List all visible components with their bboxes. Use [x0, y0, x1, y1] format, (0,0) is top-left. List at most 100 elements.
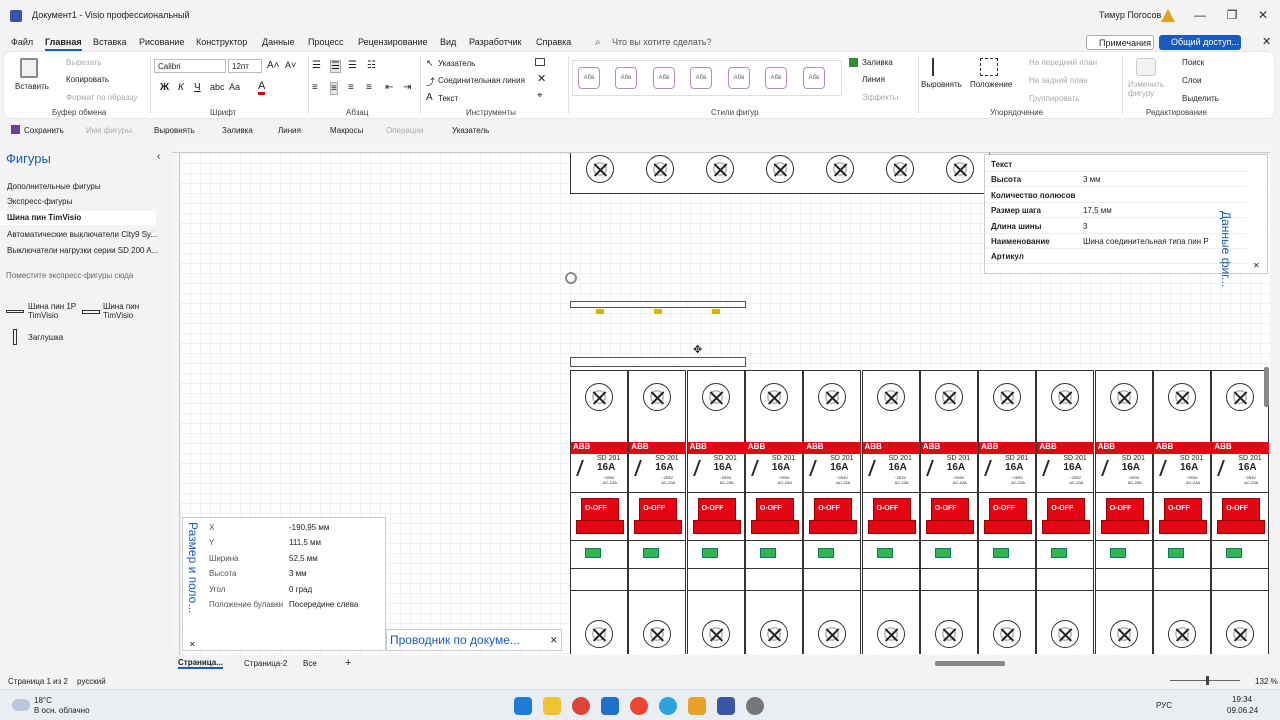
circuit-breaker[interactable]: ABB SD 201 16A ~253V AC-23A O-OFF [1094, 370, 1153, 654]
size-position-row[interactable]: Угол 0 град [203, 582, 385, 597]
operations-button[interactable]: Операции [386, 126, 423, 135]
pointer-tool[interactable]: Указатель [438, 59, 475, 68]
selected-busbar[interactable] [570, 301, 746, 308]
shape-item[interactable]: Шина пин TimVisio [82, 302, 162, 324]
zoom-slider[interactable] [1170, 680, 1240, 681]
shape-data-row[interactable]: Размер шага 17,5 мм [985, 203, 1247, 219]
close-icon[interactable]: ✕ [550, 635, 558, 646]
visio-icon[interactable] [717, 697, 735, 715]
property-value[interactable]: 3 [1083, 222, 1087, 231]
rectangle-tool-icon[interactable] [535, 58, 545, 66]
position-icon[interactable] [980, 58, 998, 76]
line-tool-icon[interactable]: ✕ [537, 72, 546, 85]
tab-insert[interactable]: Вставка [93, 37, 126, 47]
minimize-icon[interactable]: — [1190, 8, 1210, 22]
property-value[interactable]: Шина соединительная типа пин Р [1083, 237, 1209, 246]
zoom-thumb[interactable] [1206, 676, 1209, 685]
position-button[interactable]: Положение [970, 80, 1012, 89]
language-status[interactable]: русский [77, 677, 106, 686]
bold-icon[interactable]: Ж [160, 82, 169, 93]
tab-review[interactable]: Рецензирование [358, 37, 428, 47]
page-tab[interactable]: Страница-2 [244, 659, 287, 668]
page-tab-active[interactable]: Страница... [178, 658, 223, 669]
property-value[interactable]: 3 мм [289, 569, 307, 578]
cut-button[interactable]: Вырезать [66, 58, 102, 67]
start-icon[interactable] [514, 697, 532, 715]
connector-tool[interactable]: Соединительная линия [438, 76, 525, 85]
tab-view[interactable]: Вид [440, 37, 456, 47]
font-name-select[interactable]: Calibri [154, 59, 226, 73]
circuit-breaker[interactable]: ABB SD 201 16A ~253V AC-23A O-OFF [686, 370, 745, 654]
shape-styles-gallery[interactable]: Абв Абв Абв Абв Абв Абв Абв [572, 60, 842, 96]
breaker-lever[interactable]: O-OFF [576, 498, 624, 534]
style-swatch[interactable]: Абв [765, 67, 787, 89]
change-case-icon[interactable]: Aa [229, 82, 240, 92]
shape-data-row[interactable]: Артикул [985, 249, 1247, 265]
stencil-item-active[interactable]: Шина пин TimVisio [0, 211, 156, 225]
rotation-handle-icon[interactable] [565, 272, 577, 284]
warning-icon[interactable] [1161, 9, 1175, 22]
close-icon[interactable]: ✕ [189, 640, 196, 649]
paste-button[interactable]: Вставить [10, 56, 49, 102]
circuit-breaker[interactable]: ABB SD 201 16A ~253V AC-23A O-OFF [978, 370, 1037, 654]
font-size-select[interactable]: 12пт [228, 59, 262, 73]
share-button[interactable]: Общий доступ... [1159, 35, 1241, 50]
tab-home[interactable]: Главная [45, 37, 82, 51]
font-color-icon[interactable]: A [258, 80, 266, 95]
vertical-scrollbar[interactable] [1264, 367, 1269, 407]
yandex-icon[interactable] [630, 697, 648, 715]
size-position-row[interactable]: Высота 3 мм [203, 566, 385, 581]
circuit-breaker[interactable]: ABB SD 201 16A ~253V AC-23A O-OFF [628, 370, 687, 654]
tab-data[interactable]: Данные [262, 37, 295, 47]
property-value[interactable]: Посередине слева [289, 600, 358, 609]
property-value[interactable]: 3 мм [1083, 175, 1101, 184]
circuit-breaker[interactable]: ABB SD 201 16A ~253V AC-23A O-OFF [919, 370, 978, 654]
copy-button[interactable]: Копировать [66, 75, 109, 84]
send-back-button[interactable]: На задний план [1029, 76, 1088, 85]
size-position-row[interactable]: Y 111,5 мм [203, 535, 385, 550]
stencil-item[interactable]: Выключатели нагрузки серии SD 200 A... [7, 246, 158, 255]
italic-icon[interactable]: К [178, 82, 184, 93]
circuit-breaker[interactable]: ABB SD 201 16A ~253V AC-23A O-OFF [1153, 370, 1211, 654]
size-position-row[interactable]: Ширина 52,5 мм [203, 551, 385, 566]
shape-data-row[interactable]: Наименование Шина соединительная типа пин… [985, 234, 1247, 249]
effects-button[interactable]: Эффекты [862, 93, 898, 102]
circuit-breaker[interactable]: ABB SD 201 16A ~253V AC-23A O-OFF [803, 370, 862, 654]
shape-data-row[interactable]: Текст [985, 157, 1247, 172]
circuit-breaker[interactable]: ABB SD 201 16A ~253V AC-23A O-OFF [570, 370, 628, 654]
circuit-breaker[interactable]: ABB SD 201 16A ~253V AC-23A O-OFF [861, 370, 920, 654]
macros-button[interactable]: Макросы [330, 126, 363, 135]
zoom-level[interactable]: 132 % [1255, 677, 1278, 686]
size-position-row[interactable]: X -190,95 мм [203, 520, 385, 535]
collapse-panel-icon[interactable]: ‹ [157, 151, 160, 162]
quick-shapes-link[interactable]: Экспресс-фигуры [7, 197, 72, 206]
qat-fill-button[interactable]: Заливка [222, 126, 253, 135]
mail-icon[interactable] [601, 697, 619, 715]
drawing-canvas[interactable]: ✥ ABB SD 201 16A ~253V AC-23A O-OFF ABB SD 201 1… [172, 145, 1270, 655]
property-value[interactable]: -190,95 мм [289, 523, 329, 532]
style-swatch[interactable]: Абв [803, 67, 825, 89]
close-icon[interactable]: ✕ [1253, 261, 1260, 270]
format-painter-button[interactable]: Формат по образцу [66, 93, 138, 102]
style-swatch[interactable]: Абв [690, 67, 712, 89]
qat-pointer-button[interactable]: Указатель [452, 126, 489, 135]
pointer-tool-icon[interactable]: ↖ [426, 58, 434, 69]
justify-icon[interactable]: ≡ [366, 82, 372, 93]
bring-front-button[interactable]: На передний план [1029, 58, 1097, 67]
breaker-lever[interactable]: O-OFF [925, 498, 974, 534]
shape-item[interactable]: Шина пин 1P TimVisio [6, 302, 76, 324]
decrease-indent-icon[interactable]: ⇤ [385, 82, 393, 93]
breaker-lever[interactable]: O-OFF [1042, 498, 1091, 534]
style-swatch[interactable]: Абв [653, 67, 675, 89]
qat-line-button[interactable]: Линия [278, 126, 301, 135]
page-tab-all[interactable]: Все [303, 659, 317, 668]
settings-icon[interactable] [746, 697, 764, 715]
save-icon[interactable] [11, 125, 20, 134]
group-button[interactable]: Группировать [1029, 94, 1080, 103]
breaker-lever[interactable]: O-OFF [809, 498, 858, 534]
chrome-icon[interactable] [572, 697, 590, 715]
qat-align-button[interactable]: Выровнять [154, 126, 195, 135]
breaker-lever[interactable]: O-OFF [1100, 498, 1149, 534]
input-language[interactable]: РУС [1156, 701, 1172, 710]
tell-me-search[interactable]: Что вы хотите сделать? [612, 37, 712, 47]
